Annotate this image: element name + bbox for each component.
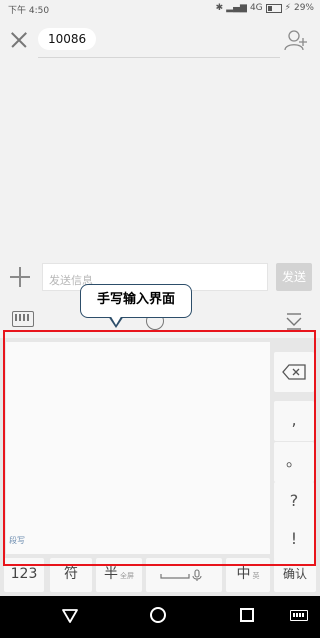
battery-icon bbox=[265, 3, 282, 13]
callout-label: 手写输入界面 bbox=[80, 284, 192, 318]
halfwidth-sub-label: 全屏 bbox=[120, 572, 134, 580]
keyboard-icon[interactable] bbox=[12, 311, 34, 327]
add-attachment-icon[interactable] bbox=[10, 267, 30, 287]
recipient-divider bbox=[38, 57, 280, 58]
status-bar: 下午 4:50 ✱ ▂▄▆ 4G ⚡ 29% bbox=[0, 0, 320, 18]
lang-sub-label: 英 bbox=[252, 572, 260, 580]
nav-keyboard-icon[interactable] bbox=[290, 610, 308, 621]
callout-tail-inner bbox=[110, 315, 122, 325]
highlight-box bbox=[3, 330, 316, 566]
battery-percent: 29% bbox=[293, 3, 314, 13]
add-contact-icon[interactable] bbox=[284, 28, 308, 52]
collapse-keyboard-icon[interactable] bbox=[283, 310, 305, 332]
nav-home-icon[interactable] bbox=[150, 607, 166, 623]
network-type: 4G bbox=[249, 3, 263, 13]
close-icon[interactable] bbox=[8, 29, 30, 51]
nav-back-icon[interactable] bbox=[61, 608, 79, 624]
conversation-header: 10086 bbox=[0, 20, 320, 60]
microphone-icon bbox=[160, 569, 202, 581]
nav-recents-icon[interactable] bbox=[240, 608, 254, 622]
charging-icon: ⚡ bbox=[284, 3, 291, 13]
send-button[interactable]: 发送 bbox=[276, 263, 312, 291]
bluetooth-icon: ✱ bbox=[215, 3, 224, 13]
recipient-chip[interactable]: 10086 bbox=[38, 28, 97, 50]
navigation-bar bbox=[0, 596, 320, 638]
lang-label: 中 bbox=[236, 566, 251, 582]
signal-icon: ▂▄▆ bbox=[226, 3, 247, 13]
status-indicators: ✱ ▂▄▆ 4G ⚡ 29% bbox=[216, 3, 314, 13]
halfwidth-label: 半 bbox=[104, 566, 118, 582]
status-time: 下午 4:50 bbox=[8, 6, 50, 16]
